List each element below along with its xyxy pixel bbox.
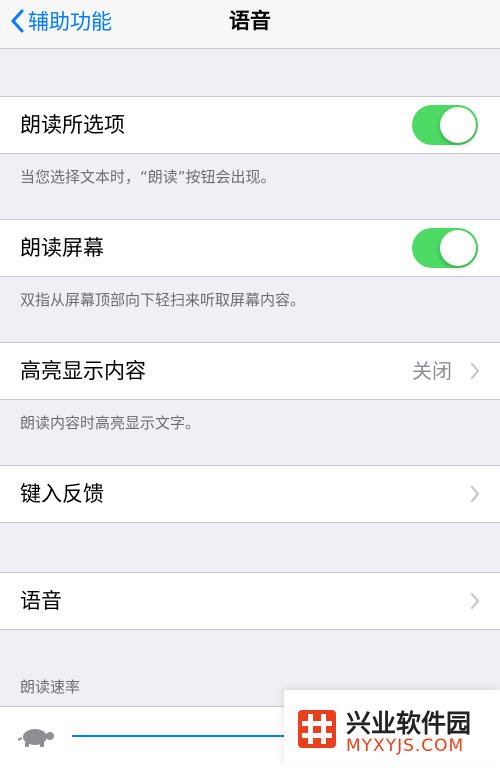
speak-screen-note: 双指从屏幕顶部向下轻扫来听取屏幕内容。 — [20, 291, 306, 309]
highlight-content-note: 朗读内容时高亮显示文字。 — [20, 414, 201, 432]
speak-screen-label: 朗读屏幕 — [20, 236, 104, 260]
speak-selection-row: 朗读所选项 — [0, 96, 500, 154]
highlight-content-value: 关闭 — [412, 359, 452, 383]
speak-screen-row: 朗读屏幕 — [0, 219, 500, 277]
voices-label: 语音 — [20, 589, 62, 613]
chevron-right-icon — [470, 486, 480, 502]
watermark: 兴业软件园 MYXYJS.COM — [284, 690, 500, 767]
chevron-right-icon — [470, 593, 480, 609]
highlight-content-row[interactable]: 高亮显示内容 关闭 — [0, 342, 500, 400]
speak-selection-note: 当您选择文本时，“朗读”按钮会出现。 — [20, 168, 276, 186]
toggle-knob — [440, 230, 476, 266]
speak-screen-toggle[interactable] — [412, 228, 478, 268]
watermark-subtitle: MYXYJS.COM — [346, 736, 465, 756]
typing-feedback-row[interactable]: 键入反馈 — [0, 465, 500, 523]
watermark-title: 兴业软件园 — [346, 709, 472, 738]
speak-selection-label: 朗读所选项 — [20, 113, 125, 137]
highlight-content-label: 高亮显示内容 — [20, 359, 146, 383]
page-title: 语音 — [229, 9, 271, 33]
turtle-icon — [18, 729, 54, 747]
speaking-rate-header: 朗读速率 — [20, 678, 81, 696]
toggle-knob — [440, 107, 476, 143]
voices-row[interactable]: 语音 — [0, 572, 500, 630]
chevron-right-icon — [470, 363, 480, 379]
typing-feedback-label: 键入反馈 — [20, 482, 104, 506]
navigation-bar: 辅助功能 语音 — [0, 0, 500, 49]
grid-logo-icon — [298, 710, 336, 748]
speak-selection-toggle[interactable] — [412, 105, 478, 145]
